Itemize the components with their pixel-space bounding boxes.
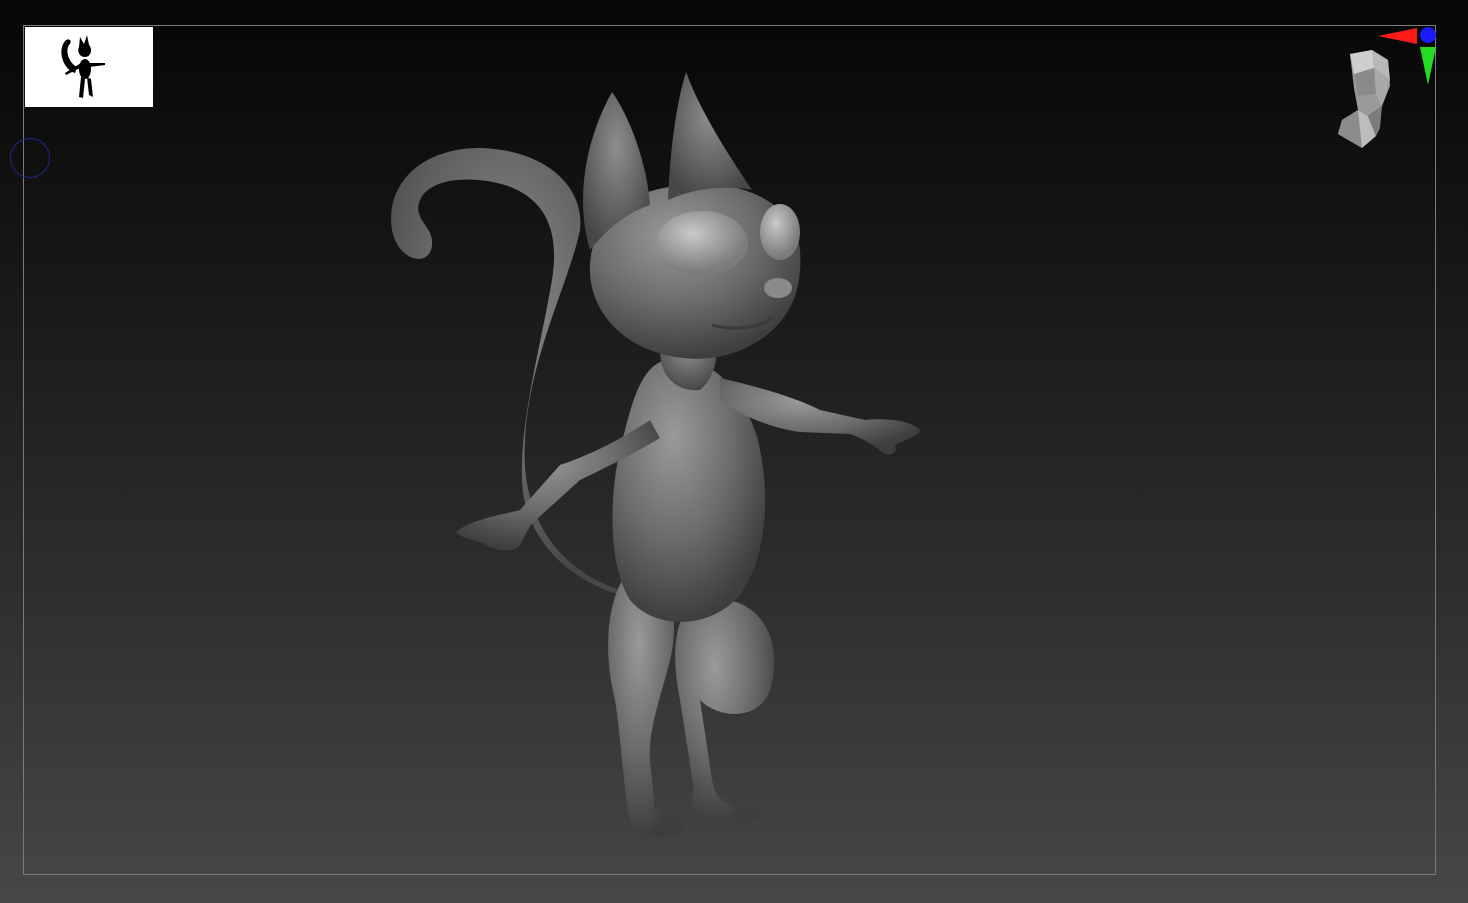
axis-x-arrow-icon: [1378, 28, 1417, 44]
model-leg-right: [675, 598, 775, 823]
viewport-model[interactable]: [0, 0, 1468, 903]
axis-gizmo[interactable]: [1370, 20, 1440, 90]
model-ear-right: [668, 72, 752, 200]
axis-y-arrow-icon: [1420, 47, 1436, 85]
axis-z-dot-icon: [1420, 27, 1436, 43]
model-eye-left: [656, 211, 748, 275]
model-nose: [764, 278, 792, 298]
model-eye-right: [760, 204, 800, 260]
